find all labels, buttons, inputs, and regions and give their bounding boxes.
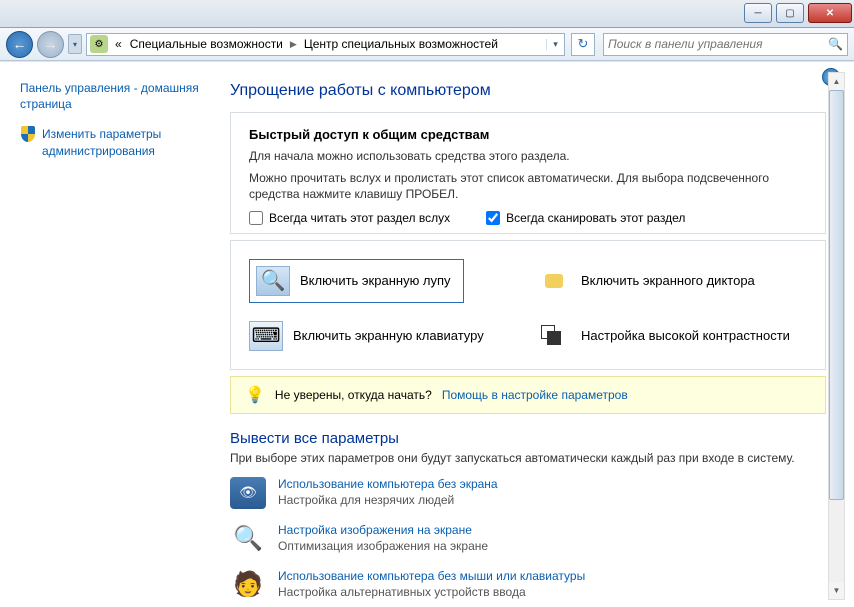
tool-label: Включить экранную лупу xyxy=(300,273,451,288)
checkbox-label: Всегда сканировать этот раздел xyxy=(506,211,685,225)
setting-item: 👁 Использование компьютера без экрана На… xyxy=(230,477,826,509)
navigation-bar: ← → ▾ ⚙ « Специальные возможности ▶ Цент… xyxy=(0,28,854,61)
narrator-tool[interactable]: Включить экранного диктора xyxy=(537,259,807,303)
breadcrumb-sep-icon: ▶ xyxy=(287,39,300,50)
search-icon[interactable]: 🔍 xyxy=(828,37,843,51)
all-settings-heading: Вывести все параметры xyxy=(230,430,826,447)
minimize-button[interactable]: ─ xyxy=(744,3,772,23)
onscreen-keyboard-tool[interactable]: ⌨ Включить экранную клавиатуру xyxy=(249,321,519,351)
hint-link[interactable]: Помощь в настройке параметров xyxy=(442,388,628,402)
scroll-down-button[interactable]: ▼ xyxy=(829,582,844,599)
sidebar-admin-link[interactable]: Изменить параметры администрирования xyxy=(20,126,208,158)
vertical-scrollbar[interactable]: ▲ ▼ xyxy=(828,72,845,600)
setting-link[interactable]: Использование компьютера без мыши или кл… xyxy=(278,569,585,583)
hint-bar: 💡 Не уверены, откуда начать? Помощь в на… xyxy=(230,376,826,414)
tool-label: Включить экранного диктора xyxy=(581,273,755,288)
tool-label: Включить экранную клавиатуру xyxy=(293,328,484,343)
address-dropdown[interactable]: ▾ xyxy=(546,39,564,50)
setting-desc: Оптимизация изображения на экране xyxy=(278,539,488,553)
checkbox-input[interactable] xyxy=(249,211,263,225)
refresh-button[interactable]: ↻ xyxy=(571,33,595,56)
all-settings-desc: При выборе этих параметров они будут зап… xyxy=(230,451,826,465)
magnifier-icon: 🔍 xyxy=(256,266,290,296)
forward-button[interactable]: → xyxy=(37,31,64,58)
lightbulb-icon: 💡 xyxy=(245,385,265,405)
checkbox-label: Всегда читать этот раздел вслух xyxy=(269,211,450,225)
narrator-icon xyxy=(537,266,571,296)
sidebar-item-label: Панель управления - домашняя страница xyxy=(20,80,208,112)
sidebar-home-link[interactable]: Панель управления - домашняя страница xyxy=(20,80,208,112)
breadcrumb-item[interactable]: Центр специальных возможностей xyxy=(300,37,502,51)
address-bar[interactable]: ⚙ « Специальные возможности ▶ Центр спец… xyxy=(86,33,565,56)
main-content: Упрощение работы с компьютером Быстрый д… xyxy=(220,62,854,607)
back-button[interactable]: ← xyxy=(6,31,33,58)
scroll-up-button[interactable]: ▲ xyxy=(829,73,844,90)
control-panel-icon: ⚙ xyxy=(90,35,108,53)
setting-item: 🧑 Использование компьютера без мыши или … xyxy=(230,569,826,601)
blind-icon: 👁 xyxy=(230,477,266,509)
breadcrumb-item[interactable]: Специальные возможности xyxy=(126,37,287,51)
page-title: Упрощение работы с компьютером xyxy=(230,82,826,100)
always-scan-checkbox[interactable]: Всегда сканировать этот раздел xyxy=(486,211,685,225)
panel-desc: Для начала можно использовать средства э… xyxy=(249,148,807,164)
quick-access-panel: Быстрый доступ к общим средствам Для нач… xyxy=(230,112,826,234)
high-contrast-tool[interactable]: Настройка высокой контрастности xyxy=(537,321,807,351)
setting-item: 🔍 Настройка изображения на экране Оптими… xyxy=(230,523,826,555)
scroll-thumb[interactable] xyxy=(829,90,844,500)
search-box[interactable]: 🔍 xyxy=(603,33,848,56)
hint-text: Не уверены, откуда начать? xyxy=(275,388,432,402)
shield-icon xyxy=(20,126,36,142)
display-optimize-icon: 🔍 xyxy=(230,523,266,555)
breadcrumb-lead: « xyxy=(111,37,126,51)
setting-link[interactable]: Использование компьютера без экрана xyxy=(278,477,498,491)
always-read-checkbox[interactable]: Всегда читать этот раздел вслух xyxy=(249,211,450,225)
tools-grid: 🔍 Включить экранную лупу Включить экранн… xyxy=(230,240,826,370)
contrast-icon xyxy=(537,321,571,351)
keyboard-icon: ⌨ xyxy=(249,321,283,351)
search-input[interactable] xyxy=(608,37,828,51)
maximize-button[interactable]: ▢ xyxy=(776,3,804,23)
history-dropdown[interactable]: ▾ xyxy=(68,34,82,54)
panel-heading: Быстрый доступ к общим средствам xyxy=(249,127,807,142)
sidebar: Панель управления - домашняя страница Из… xyxy=(0,62,220,607)
magnifier-tool[interactable]: 🔍 Включить экранную лупу xyxy=(249,259,464,303)
setting-desc: Настройка для незрячих людей xyxy=(278,493,498,507)
tool-label: Настройка высокой контрастности xyxy=(581,328,790,343)
window-titlebar: ─ ▢ ✕ xyxy=(0,0,854,28)
panel-desc: Можно прочитать вслух и пролистать этот … xyxy=(249,170,807,202)
setting-link[interactable]: Настройка изображения на экране xyxy=(278,523,472,537)
accessibility-person-icon: 🧑 xyxy=(230,569,266,601)
setting-desc: Настройка альтернативных устройств ввода xyxy=(278,585,585,599)
close-button[interactable]: ✕ xyxy=(808,3,852,23)
sidebar-item-label: Изменить параметры администрирования xyxy=(42,126,208,158)
checkbox-input[interactable] xyxy=(486,211,500,225)
